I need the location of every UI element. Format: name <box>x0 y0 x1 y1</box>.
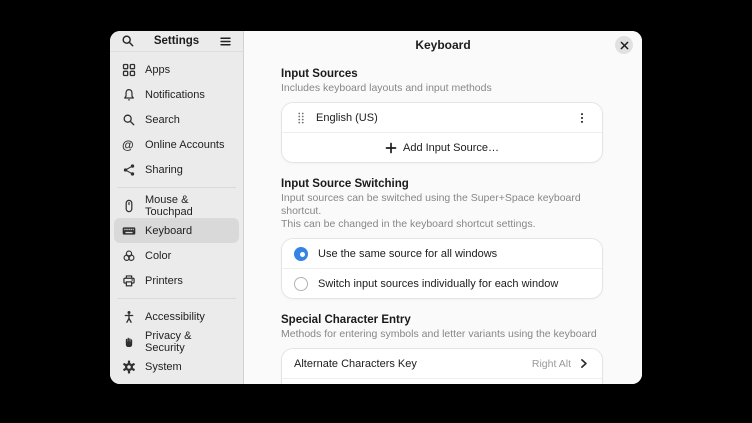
search-button[interactable] <box>119 32 137 50</box>
sidebar-item-label: Privacy & Security <box>145 330 231 354</box>
sidebar-nav: Apps Notifications Search @ Online A <box>110 52 243 384</box>
compose-key-row[interactable]: Compose Key Disabled <box>282 379 602 384</box>
kebab-menu-icon <box>575 111 589 125</box>
sidebar-item-online-accounts[interactable]: @ Online Accounts <box>114 132 239 157</box>
input-sources-card: English (US) Add <box>281 102 603 163</box>
source-options-button[interactable] <box>574 110 590 126</box>
color-icon <box>122 249 136 263</box>
per-window-option-row[interactable]: Switch input sources individually for ea… <box>282 269 602 298</box>
desktop-background: Settings Apps N <box>0 0 752 423</box>
sidebar-item-apps[interactable]: Apps <box>114 57 239 82</box>
radio-selected-icon[interactable] <box>294 247 308 261</box>
main-headerbar: Keyboard <box>244 31 642 59</box>
section-title: Input Sources <box>281 67 603 81</box>
sidebar-item-label: System <box>145 361 182 373</box>
page-title: Keyboard <box>415 38 470 52</box>
same-source-option-row[interactable]: Use the same source for all windows <box>282 239 602 268</box>
search-icon <box>121 34 135 48</box>
bell-icon <box>122 88 136 102</box>
sidebar-item-label: Notifications <box>145 89 205 101</box>
sidebar-title: Settings <box>154 35 199 47</box>
sidebar-item-label: Printers <box>145 275 183 287</box>
sidebar-item-printers[interactable]: Printers <box>114 268 239 293</box>
input-sources-section: Input Sources Includes keyboard layouts … <box>281 67 603 163</box>
printer-icon <box>122 274 136 288</box>
at-icon: @ <box>122 138 136 152</box>
sidebar-item-accessibility[interactable]: Accessibility <box>114 304 239 329</box>
alternate-characters-key-row[interactable]: Alternate Characters Key Right Alt <box>282 349 602 378</box>
input-source-switching-section: Input Source Switching Input sources can… <box>281 177 603 299</box>
sidebar-item-mouse-touchpad[interactable]: Mouse & Touchpad <box>114 193 239 218</box>
subtitle-line-2: This can be changed in the keyboard shor… <box>281 218 603 231</box>
add-input-source-label: Add Input Source… <box>403 142 499 154</box>
sidebar-item-label: Sharing <box>145 164 183 176</box>
sidebar-item-label: Accessibility <box>145 311 205 323</box>
sidebar: Settings Apps N <box>110 31 244 384</box>
section-subtitle: Methods for entering symbols and letter … <box>281 328 603 341</box>
sidebar-item-label: Online Accounts <box>145 139 225 151</box>
drag-handle-icon[interactable] <box>294 111 308 125</box>
close-icon <box>620 41 629 50</box>
keyboard-settings-content: Input Sources Includes keyboard layouts … <box>244 59 642 384</box>
sidebar-item-system[interactable]: System <box>114 354 239 379</box>
sidebar-group-divider <box>117 187 236 188</box>
section-title: Input Source Switching <box>281 177 603 191</box>
sidebar-item-label: Mouse & Touchpad <box>145 194 231 218</box>
keyboard-icon <box>122 224 136 238</box>
section-subtitle: Includes keyboard layouts and input meth… <box>281 82 603 95</box>
subtitle-line-1: Input sources can be switched using the … <box>281 192 603 218</box>
radio-unselected-icon[interactable] <box>294 277 308 291</box>
sidebar-item-sharing[interactable]: Sharing <box>114 157 239 182</box>
option-label: Switch input sources individually for ea… <box>318 278 590 290</box>
sidebar-item-search[interactable]: Search <box>114 107 239 132</box>
sidebar-item-privacy-security[interactable]: Privacy & Security <box>114 329 239 354</box>
close-window-button[interactable] <box>615 36 633 54</box>
special-character-entry-section: Special Character Entry Methods for ente… <box>281 313 603 384</box>
gear-icon <box>122 360 136 374</box>
settings-window: Settings Apps N <box>110 31 642 384</box>
section-subtitle: Input sources can be switched using the … <box>281 192 603 231</box>
sidebar-headerbar: Settings <box>110 31 243 52</box>
option-label: Use the same source for all windows <box>318 248 590 260</box>
special-character-card: Alternate Characters Key Right Alt Compo… <box>281 348 603 384</box>
accessibility-icon <box>122 310 136 324</box>
hand-icon <box>122 335 136 349</box>
sidebar-item-label: Color <box>145 250 171 262</box>
input-source-row[interactable]: English (US) <box>282 103 602 132</box>
plus-icon <box>385 142 397 154</box>
row-label: Alternate Characters Key <box>294 358 532 370</box>
sidebar-item-label: Keyboard <box>145 225 192 237</box>
section-title: Special Character Entry <box>281 313 603 327</box>
main-menu-button[interactable] <box>216 32 234 50</box>
main-panel: Keyboard Input Sources Includes keyboard… <box>244 31 642 384</box>
sidebar-group-divider <box>117 298 236 299</box>
hamburger-menu-icon <box>219 35 232 48</box>
search-icon <box>122 113 136 127</box>
mouse-icon <box>122 199 136 213</box>
sidebar-item-color[interactable]: Color <box>114 243 239 268</box>
sidebar-item-notifications[interactable]: Notifications <box>114 82 239 107</box>
row-value: Right Alt <box>532 358 571 370</box>
input-source-name: English (US) <box>316 112 574 124</box>
sidebar-item-label: Search <box>145 114 180 126</box>
add-input-source-button[interactable]: Add Input Source… <box>282 133 602 162</box>
switching-card: Use the same source for all windows Swit… <box>281 238 603 299</box>
chevron-right-icon <box>577 357 590 370</box>
share-icon <box>122 163 136 177</box>
apps-grid-icon <box>122 63 136 77</box>
sidebar-item-keyboard[interactable]: Keyboard <box>114 218 239 243</box>
sidebar-item-label: Apps <box>145 64 170 76</box>
